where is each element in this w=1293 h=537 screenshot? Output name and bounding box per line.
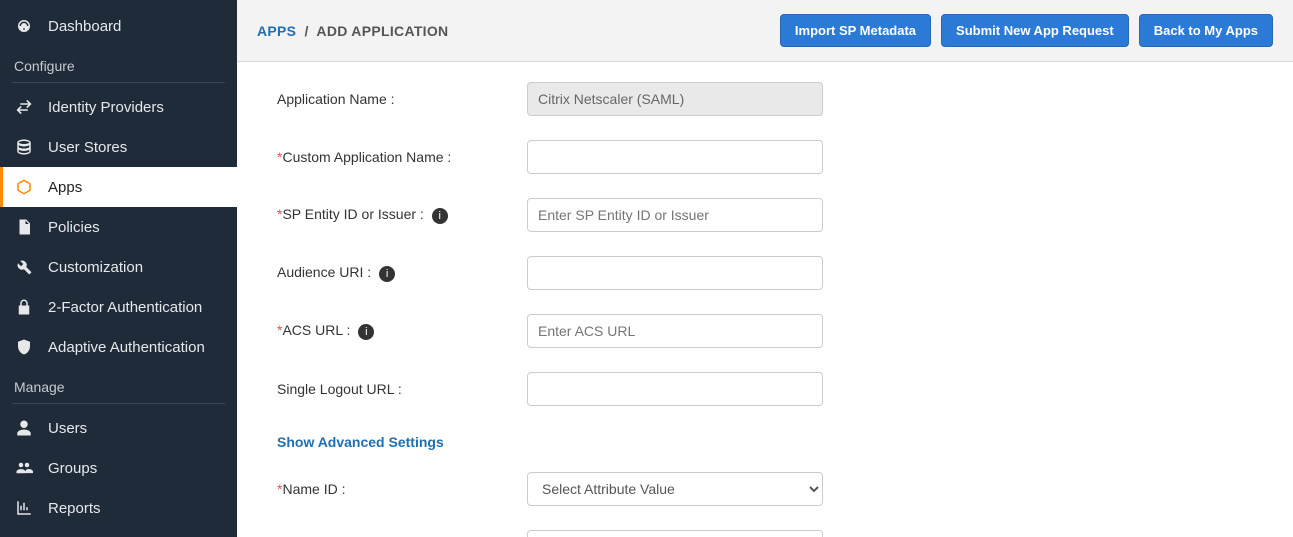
label-audience-uri: Audience URI : i — [277, 264, 507, 282]
row-single-logout-url: Single Logout URL : — [277, 372, 1253, 406]
divider — [12, 403, 225, 404]
breadcrumb-current: ADD APPLICATION — [316, 23, 448, 39]
row-sp-entity-id: *SP Entity ID or Issuer : i — [277, 198, 1253, 232]
main-header: APPS / ADD APPLICATION Import SP Metadat… — [237, 0, 1293, 62]
sp-entity-id-input[interactable] — [527, 198, 823, 232]
label-application-name: Application Name : — [277, 91, 507, 107]
breadcrumb-apps-link[interactable]: APPS — [257, 23, 296, 39]
group-icon — [14, 458, 34, 478]
import-sp-metadata-button[interactable]: Import SP Metadata — [780, 14, 931, 47]
sidebar-item-dashboard[interactable]: Dashboard — [0, 6, 237, 46]
row-name-id: *Name ID : Select Attribute Value — [277, 472, 1253, 506]
back-to-my-apps-button[interactable]: Back to My Apps — [1139, 14, 1273, 47]
dashboard-icon — [14, 16, 34, 36]
label-sp-entity-id: *SP Entity ID or Issuer : i — [277, 206, 507, 224]
sidebar-item-license[interactable]: License — [0, 528, 237, 537]
shield-icon — [14, 337, 34, 357]
row-custom-application-name: *Custom Application Name : — [277, 140, 1253, 174]
submit-new-app-request-button[interactable]: Submit New App Request — [941, 14, 1129, 47]
sidebar-item-identity-providers[interactable]: Identity Providers — [0, 87, 237, 127]
sidebar-section-configure: Configure — [0, 46, 237, 82]
sidebar-item-groups[interactable]: Groups — [0, 448, 237, 488]
application-name-input — [527, 82, 823, 116]
label-name-id: *Name ID : — [277, 481, 507, 497]
sidebar-item-user-stores[interactable]: User Stores — [0, 127, 237, 167]
info-icon[interactable]: i — [379, 266, 395, 282]
row-nameid-format: NameID Format: Select NameID Format — [277, 530, 1253, 537]
sidebar-section-manage: Manage — [0, 367, 237, 403]
single-logout-url-input[interactable] — [527, 372, 823, 406]
nameid-format-select[interactable]: Select NameID Format — [527, 530, 823, 537]
sidebar-item-2fa[interactable]: 2-Factor Authentication — [0, 287, 237, 327]
row-audience-uri: Audience URI : i — [277, 256, 1253, 290]
sidebar-item-customization[interactable]: Customization — [0, 247, 237, 287]
sidebar-item-policies[interactable]: Policies — [0, 207, 237, 247]
sidebar-item-label: Customization — [48, 259, 143, 276]
divider — [12, 82, 225, 83]
database-icon — [14, 137, 34, 157]
sidebar-item-adaptive-auth[interactable]: Adaptive Authentication — [0, 327, 237, 367]
sidebar-item-label: Apps — [48, 179, 82, 196]
sidebar-item-label: User Stores — [48, 139, 127, 156]
info-icon[interactable]: i — [358, 324, 374, 340]
chart-icon — [14, 498, 34, 518]
sidebar-item-label: Users — [48, 420, 87, 437]
label-single-logout-url: Single Logout URL : — [277, 381, 507, 397]
sidebar-item-reports[interactable]: Reports — [0, 488, 237, 528]
show-advanced-settings-link[interactable]: Show Advanced Settings — [277, 434, 444, 450]
custom-application-name-input[interactable] — [527, 140, 823, 174]
label-acs-url: *ACS URL : i — [277, 322, 507, 340]
swap-icon — [14, 97, 34, 117]
sidebar-item-label: Adaptive Authentication — [48, 339, 205, 356]
row-application-name: Application Name : — [277, 82, 1253, 116]
wrench-icon — [14, 257, 34, 277]
sidebar-item-apps[interactable]: Apps — [0, 167, 237, 207]
sidebar-item-label: Reports — [48, 500, 101, 517]
add-application-form: Application Name : *Custom Application N… — [237, 62, 1293, 537]
sidebar-item-users[interactable]: Users — [0, 408, 237, 448]
sidebar-item-label: Dashboard — [48, 18, 121, 35]
label-custom-application-name: *Custom Application Name : — [277, 149, 507, 165]
breadcrumb: APPS / ADD APPLICATION — [257, 23, 448, 39]
info-icon[interactable]: i — [432, 208, 448, 224]
sidebar: Dashboard Configure Identity Providers U… — [0, 0, 237, 537]
name-id-select[interactable]: Select Attribute Value — [527, 472, 823, 506]
sidebar-item-label: Identity Providers — [48, 99, 164, 116]
lock-icon — [14, 297, 34, 317]
header-actions: Import SP Metadata Submit New App Reques… — [780, 14, 1273, 47]
acs-url-input[interactable] — [527, 314, 823, 348]
main-content: APPS / ADD APPLICATION Import SP Metadat… — [237, 0, 1293, 537]
user-icon — [14, 418, 34, 438]
sidebar-item-label: Policies — [48, 219, 100, 236]
row-acs-url: *ACS URL : i — [277, 314, 1253, 348]
cube-icon — [14, 177, 34, 197]
sidebar-item-label: Groups — [48, 460, 97, 477]
audience-uri-input[interactable] — [527, 256, 823, 290]
document-icon — [14, 217, 34, 237]
breadcrumb-sep: / — [305, 23, 309, 39]
sidebar-item-label: 2-Factor Authentication — [48, 299, 202, 316]
